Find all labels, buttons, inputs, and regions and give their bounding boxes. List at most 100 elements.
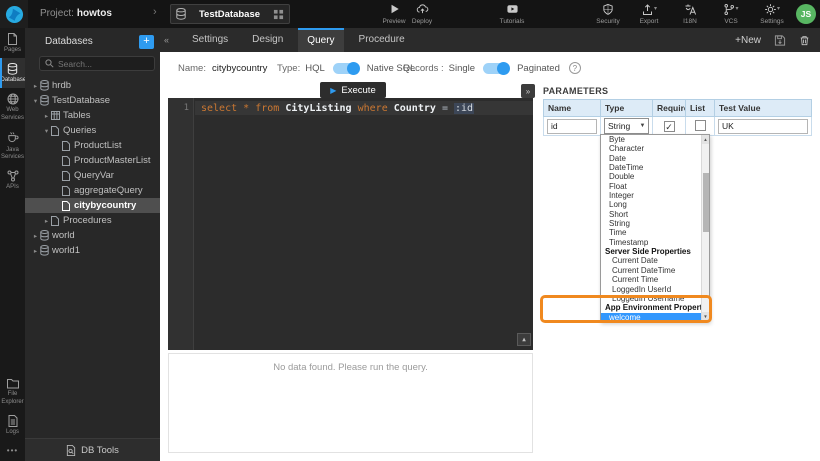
tree-item-world[interactable]: ▸world — [25, 228, 160, 243]
rail-more-button[interactable]: ••• — [0, 440, 25, 461]
parameters-header-row: Name Type Required List Test Value — [544, 100, 812, 117]
column-name: Name — [544, 100, 601, 117]
tree-item-citybycountry[interactable]: citybycountry — [25, 198, 160, 213]
scroll-down-icon[interactable]: ▼ — [702, 312, 709, 321]
help-icon[interactable]: ? — [569, 62, 581, 74]
rail-item-web-services[interactable]: Web Services — [0, 88, 25, 125]
user-avatar[interactable]: JS — [796, 4, 816, 24]
tree-item-label: aggregateQuery — [74, 185, 143, 196]
rail-item-file-explorer[interactable]: File Explorer — [0, 373, 25, 409]
dropdown-option-Timestamp[interactable]: Timestamp — [601, 238, 701, 247]
tree-item-Queries[interactable]: ▾Queries — [25, 123, 160, 138]
sql-code-line[interactable]: select * from CityListing where Country … — [201, 103, 474, 114]
tree-collapsed-arrow-icon[interactable]: ▸ — [31, 247, 40, 255]
i18n-button[interactable]: I18N — [674, 3, 706, 25]
sidebar-search[interactable] — [39, 56, 155, 71]
rail-item-java-services[interactable]: Java Services — [0, 126, 25, 165]
rail-item-databases[interactable]: Databases — [0, 58, 25, 88]
tutorials-button[interactable]: Tutorials — [494, 3, 530, 25]
records-option-single[interactable]: Single — [449, 63, 475, 74]
export-button[interactable]: ▾ Export — [633, 3, 665, 25]
dropdown-option-Byte[interactable]: Byte — [601, 135, 701, 144]
save-icon — [774, 34, 786, 47]
tree-item-ProductMasterList[interactable]: ProductMasterList — [25, 153, 160, 168]
new-query-button[interactable]: +New — [735, 35, 761, 46]
tree-expanded-arrow-icon[interactable]: ▾ — [31, 97, 40, 105]
tree-collapsed-arrow-icon[interactable]: ▸ — [42, 217, 51, 225]
dropdown-option-LoggedIn Username[interactable]: LoggedIn Username — [601, 294, 701, 303]
database-selector[interactable]: TestDatabase — [170, 4, 290, 24]
records-toggle[interactable] — [483, 63, 509, 74]
editor-expand-button[interactable]: ▲ — [517, 333, 531, 346]
type-toggle[interactable] — [333, 63, 359, 74]
file-icon — [62, 186, 74, 196]
execute-button[interactable]: ▶ Execute — [320, 82, 386, 98]
dropdown-option-Date[interactable]: Date — [601, 154, 701, 163]
tree-collapsed-arrow-icon[interactable]: ▸ — [42, 112, 51, 120]
sidebar-title: Databases — [45, 36, 139, 47]
dropdown-option-String[interactable]: String — [601, 219, 701, 228]
rail-item-apis[interactable]: APIs — [0, 165, 25, 195]
db-tools-button[interactable]: DB Tools — [25, 438, 160, 461]
app-logo[interactable] — [0, 0, 28, 28]
grid-icon — [273, 9, 284, 20]
collapse-parameters-icon[interactable]: » — [521, 84, 535, 98]
tree-item-Tables[interactable]: ▸ Tables — [25, 108, 160, 123]
dropdown-option-Long[interactable]: Long — [601, 200, 701, 209]
records-option-paginated[interactable]: Paginated — [517, 63, 560, 74]
dropdown-option-welcome[interactable]: welcome — [601, 313, 701, 321]
dropdown-option-Double[interactable]: Double — [601, 172, 701, 181]
tree-item-Procedures[interactable]: ▸Procedures — [25, 213, 160, 228]
scrollbar-thumb[interactable] — [703, 173, 709, 232]
dropdown-option-DateTime[interactable]: DateTime — [601, 163, 701, 172]
tree-item-world1[interactable]: ▸world1 — [25, 243, 160, 258]
dropdown-option-Current Time[interactable]: Current Time — [601, 275, 701, 284]
rail-item-logs[interactable]: Logs — [0, 410, 25, 440]
param-test-value-input[interactable] — [718, 119, 808, 134]
save-export-button[interactable] — [774, 34, 786, 47]
type-option-hql[interactable]: HQL — [305, 63, 325, 74]
sql-editor[interactable]: 1 select * from CityListing where Countr… — [168, 98, 533, 350]
select-arrow-icon: ▼ — [637, 123, 648, 129]
collapse-sidebar-icon[interactable]: « — [164, 35, 169, 45]
tree-item-label: Tables — [63, 110, 90, 121]
dropdown-option-Short[interactable]: Short — [601, 210, 701, 219]
tree-item-label: hrdb — [52, 80, 71, 91]
dropdown-option-Current DateTime[interactable]: Current DateTime — [601, 266, 701, 275]
tree-item-ProductList[interactable]: ProductList — [25, 138, 160, 153]
parameters-table: Name Type Required List Test Value Strin… — [543, 99, 812, 136]
tree-item-hrdb[interactable]: ▸ hrdb — [25, 78, 160, 93]
tab-settings[interactable]: Settings — [183, 28, 237, 52]
table-icon — [51, 111, 63, 120]
dropdown-option-LoggedIn UserId[interactable]: LoggedIn UserId — [601, 285, 701, 294]
scroll-up-icon[interactable]: ▲ — [702, 135, 709, 144]
param-type-select[interactable]: String ▼ — [604, 118, 649, 134]
tree-collapsed-arrow-icon[interactable]: ▸ — [31, 82, 40, 90]
delete-query-button[interactable] — [799, 34, 810, 47]
tree-item-aggregateQuery[interactable]: aggregateQuery — [25, 183, 160, 198]
tree-item-QueryVar[interactable]: QueryVar — [25, 168, 160, 183]
tab-design[interactable]: Design — [243, 28, 292, 52]
dropdown-option-Current Date[interactable]: Current Date — [601, 256, 701, 265]
tree-item-TestDatabase[interactable]: ▾TestDatabase — [25, 93, 160, 108]
list-checkbox[interactable] — [695, 120, 706, 131]
dropdown-option-Time[interactable]: Time — [601, 228, 701, 237]
param-name-input[interactable] — [547, 119, 597, 134]
tab-query[interactable]: Query — [298, 28, 343, 52]
tab-procedure[interactable]: Procedure — [350, 28, 414, 52]
required-checkbox[interactable]: ✓ — [664, 121, 675, 132]
play-icon: ▶ — [330, 86, 336, 95]
search-input[interactable] — [58, 59, 149, 69]
add-database-button[interactable]: + — [139, 35, 154, 49]
settings-button[interactable]: ▾ Settings — [756, 3, 788, 25]
dropdown-scrollbar[interactable]: ▲ ▼ — [701, 135, 709, 321]
dropdown-option-Float[interactable]: Float — [601, 182, 701, 191]
vcs-button[interactable]: ▾ VCS — [715, 3, 747, 25]
dropdown-option-Character[interactable]: Character — [601, 144, 701, 153]
tree-expanded-arrow-icon[interactable]: ▾ — [42, 127, 51, 135]
dropdown-option-Integer[interactable]: Integer — [601, 191, 701, 200]
rail-item-pages[interactable]: Pages — [0, 28, 25, 58]
deploy-button[interactable]: Deploy — [404, 3, 440, 25]
security-button[interactable]: Security — [592, 3, 624, 25]
tree-collapsed-arrow-icon[interactable]: ▸ — [31, 232, 40, 240]
